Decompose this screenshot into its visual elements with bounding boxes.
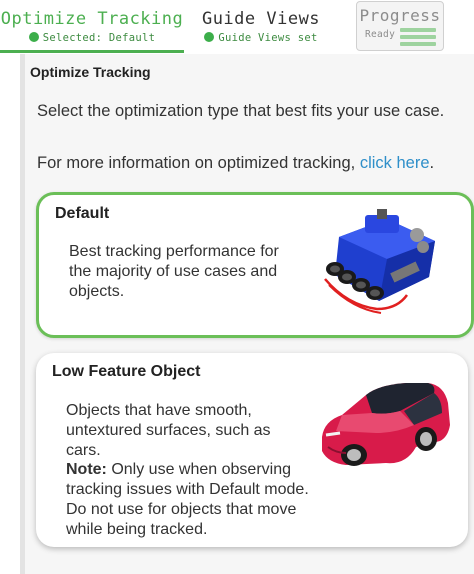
click-here-link[interactable]: click here [360, 154, 430, 172]
option-title: Low Feature Object [52, 363, 201, 380]
car-model-icon [322, 383, 450, 466]
optimize-panel: Optimize Tracking Select the optimizatio… [20, 54, 474, 574]
option-title: Default [55, 205, 110, 222]
tab-progress[interactable]: Progress Ready [356, 1, 444, 51]
tab-progress-status: Ready [365, 29, 396, 40]
option-description: Best tracking performance for the majori… [69, 243, 279, 300]
status-dot-icon [28, 32, 39, 42]
tab-optimize-status: Selected: Default [0, 32, 184, 44]
intro-text: Select the optimization type that best f… [37, 102, 445, 120]
info-text: For more information on optimized tracki… [37, 154, 435, 172]
tab-guide-views[interactable]: Guide Views Guide Views set [195, 0, 327, 52]
engine-model-icon [324, 209, 435, 314]
option-description: Objects that have smooth, untextured sur… [66, 402, 271, 459]
tab-progress-title: Progress [359, 6, 441, 25]
tab-guide-status: Guide Views set [195, 32, 327, 44]
option-card-default[interactable]: Default Best tracking performance for th… [36, 192, 474, 338]
section-title: Optimize Tracking [30, 64, 151, 80]
progress-bars-icon [400, 28, 436, 49]
tab-guide-title: Guide Views [201, 9, 321, 29]
option-note: Note: Only use when observing tracking i… [66, 461, 309, 538]
tab-optimize-tracking[interactable]: Optimize Tracking Selected: Default [0, 0, 184, 53]
tab-optimize-title: Optimize Tracking [0, 9, 184, 29]
option-card-low-feature[interactable]: Low Feature Object Objects that have smo… [36, 353, 468, 547]
tab-bar: Optimize Tracking Selected: Default Guid… [0, 0, 474, 54]
status-dot-icon [204, 32, 215, 42]
